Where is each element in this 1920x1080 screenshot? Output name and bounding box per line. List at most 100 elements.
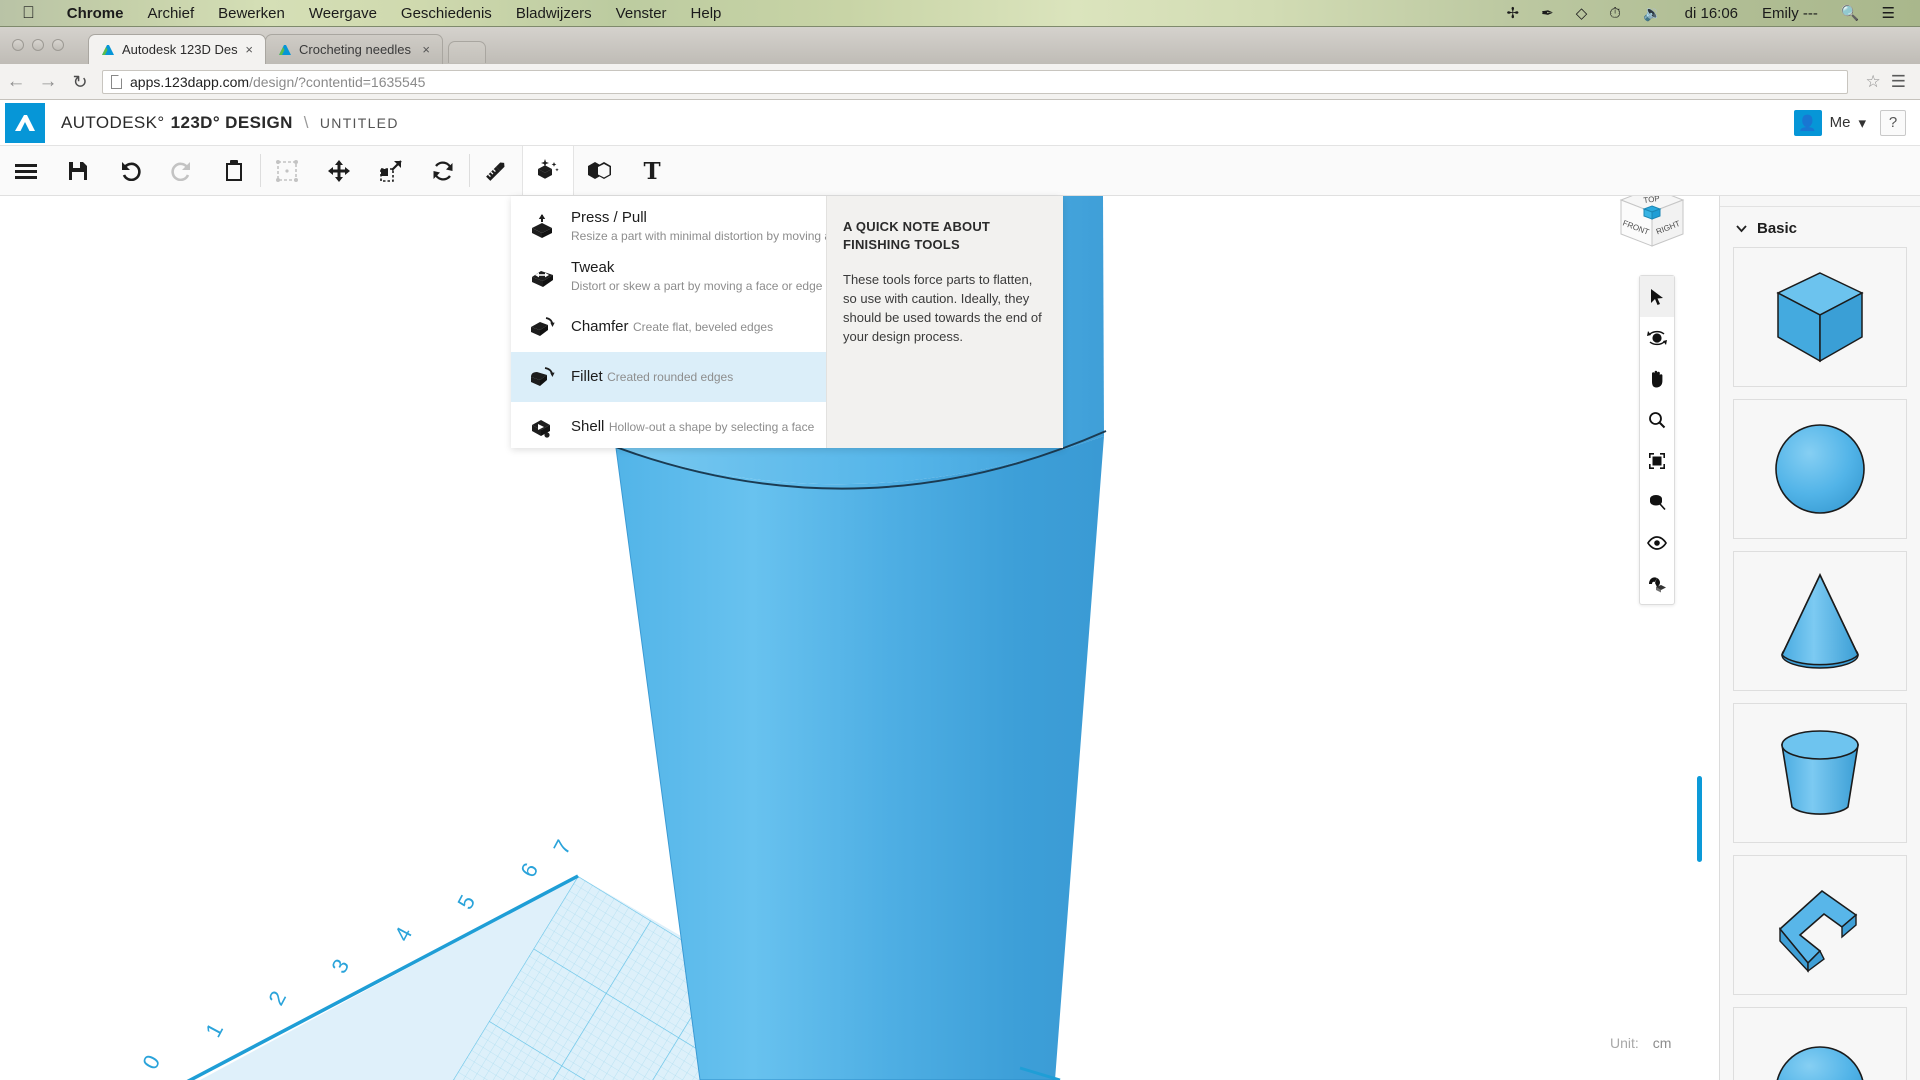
flyout-item-chamfer[interactable]: Chamfer Create flat, beveled edges: [511, 302, 826, 352]
sphere-primitive[interactable]: [1733, 399, 1907, 539]
tweak-icon: [527, 264, 557, 290]
cylinder-primitive[interactable]: [1733, 703, 1907, 843]
construct-tool-button[interactable]: [522, 146, 574, 195]
select-tool-button[interactable]: [261, 146, 313, 195]
menu-item-chrome[interactable]: Chrome: [55, 5, 136, 22]
cone-primitive[interactable]: [1733, 551, 1907, 691]
url-path: /design/?contentid=1635545: [249, 73, 426, 90]
box-primitive[interactable]: [1733, 247, 1907, 387]
move-tool-button[interactable]: [313, 146, 365, 195]
hamburger-menu-icon[interactable]: ☰: [1891, 72, 1906, 92]
save-button[interactable]: [52, 146, 104, 195]
menu-item-archief[interactable]: Archief: [135, 5, 206, 22]
press-pull-icon: [527, 214, 557, 240]
fit-nav-button[interactable]: [1640, 440, 1674, 481]
os-menu-bar:  Chrome Archief Bewerken Weergave Gesch…: [0, 0, 1920, 27]
menu-item-venster[interactable]: Venster: [604, 5, 679, 22]
sketch-tool-button[interactable]: [470, 146, 522, 195]
account-label: Me: [1829, 114, 1851, 131]
time-machine-icon[interactable]: ⏱: [1609, 6, 1621, 21]
box-icon: [1768, 263, 1872, 371]
visibility-nav-button[interactable]: [1640, 522, 1674, 563]
chamfer-icon: [527, 314, 557, 340]
page-document-icon: [111, 74, 122, 89]
model-body: [616, 436, 1104, 1080]
browser-tab-crocheting[interactable]: Crocheting needles 3D Mo ×: [265, 34, 443, 64]
unit-indicator: Unit: cm: [1610, 1035, 1671, 1051]
snap-nav-button[interactable]: [1640, 563, 1674, 604]
rotate-tool-button[interactable]: [417, 146, 469, 195]
text-tool-button[interactable]: T: [626, 146, 678, 195]
browser-tab-strip: Autodesk 123D Design × Crocheting needle…: [0, 27, 1920, 64]
product-label: 123D° DESIGN: [170, 112, 293, 132]
notification-center-icon[interactable]: ☰: [1882, 6, 1895, 21]
menu-item-bewerken[interactable]: Bewerken: [206, 5, 297, 22]
volume-icon[interactable]: 🔉: [1643, 6, 1662, 21]
wifi-icon[interactable]: ◇: [1576, 6, 1588, 21]
flyout-item-tweak[interactable]: Tweak Distort or skew a part by moving a…: [511, 252, 826, 302]
flyout-item-text: Fillet Created rounded edges: [571, 368, 733, 387]
help-button[interactable]: ?: [1880, 109, 1906, 136]
clock-label[interactable]: di 16:06: [1685, 5, 1738, 22]
brand-label: AUTODESK°: [61, 112, 165, 132]
shell-icon: [527, 414, 557, 440]
close-tab-icon[interactable]: ×: [245, 43, 253, 56]
flyout-item-press-pull[interactable]: Press / Pull Resize a part with minimal …: [511, 202, 857, 252]
menu-item-weergave[interactable]: Weergave: [297, 5, 389, 22]
zoom-nav-button[interactable]: [1640, 399, 1674, 440]
flyout-item-title: Press / Pull: [571, 208, 647, 226]
paste-button[interactable]: [208, 146, 260, 195]
primitive-shape-grid: [1720, 243, 1920, 1080]
menu-button[interactable]: [0, 146, 52, 195]
minimize-window-button[interactable]: [32, 39, 44, 51]
autodesk-logo-icon[interactable]: [5, 102, 45, 143]
zoom-object-nav-button[interactable]: [1640, 481, 1674, 522]
flyout-item-fillet[interactable]: Fillet Created rounded edges: [511, 352, 826, 402]
tab-list: Autodesk 123D Design × Crocheting needle…: [88, 34, 486, 64]
forward-arrow-icon[interactable]: →: [32, 72, 64, 91]
menu-item-help[interactable]: Help: [679, 5, 734, 22]
address-bar[interactable]: apps.123dapp.com /design/?contentid=1635…: [102, 69, 1848, 94]
redo-button[interactable]: [156, 146, 208, 195]
main-toolbar: T: [0, 146, 1920, 196]
account-button[interactable]: 👤 Me ▾: [1793, 109, 1866, 136]
tab-title: Autodesk 123D Design: [122, 42, 238, 57]
dome-primitive[interactable]: [1733, 1007, 1907, 1080]
viewport-scrollbar[interactable]: [1697, 776, 1702, 862]
user-label[interactable]: Emily ---: [1762, 5, 1818, 22]
select-nav-button[interactable]: [1640, 276, 1674, 317]
toolbar-group-transform: [261, 146, 469, 195]
new-tab-button[interactable]: [448, 41, 486, 63]
pen-icon[interactable]: ✒: [1541, 6, 1554, 21]
menu-item-geschiedenis[interactable]: Geschiedenis: [389, 5, 504, 22]
wedge-primitive[interactable]: [1733, 855, 1907, 995]
scale-tool-button[interactable]: [365, 146, 417, 195]
flyout-item-shell[interactable]: Shell Hollow-out a shape by selecting a …: [511, 402, 826, 452]
reload-icon[interactable]: ↻: [64, 73, 96, 91]
star-icon[interactable]: ☆: [1866, 72, 1881, 92]
cone-icon: [1768, 567, 1872, 675]
sphere-icon: [1768, 415, 1872, 523]
browser-tab-autodesk[interactable]: Autodesk 123D Design ×: [88, 34, 266, 64]
flyout-note-heading: A QUICK NOTE ABOUT FINISHING TOOLS: [843, 219, 991, 252]
svg-text:T: T: [643, 159, 660, 183]
autodesk-favicon-icon: [278, 43, 292, 57]
apple-logo-icon[interactable]: : [22, 4, 35, 21]
flyout-item-desc: Distort or skew a part by moving a face …: [571, 279, 823, 294]
panel-section-basic[interactable]: Basic: [1720, 207, 1920, 243]
combine-tool-button[interactable]: [574, 146, 626, 195]
undo-button[interactable]: [104, 146, 156, 195]
back-arrow-icon[interactable]: ←: [0, 72, 32, 91]
close-window-button[interactable]: [12, 39, 24, 51]
orbit-nav-button[interactable]: [1640, 317, 1674, 358]
close-tab-icon[interactable]: ×: [422, 43, 430, 56]
toolbar-group-create: T: [470, 146, 678, 195]
bluetooth-icon[interactable]: ✢: [1507, 6, 1520, 21]
search-icon[interactable]: 🔍: [1841, 6, 1860, 21]
pan-nav-button[interactable]: [1640, 358, 1674, 399]
maximize-window-button[interactable]: [52, 39, 64, 51]
menu-item-bladwijzers[interactable]: Bladwijzers: [504, 5, 604, 22]
flyout-item-desc: Created rounded edges: [607, 369, 734, 384]
flyout-item-text: Press / Pull Resize a part with minimal …: [571, 209, 857, 246]
viewport-navigation-bar: [1639, 275, 1675, 605]
